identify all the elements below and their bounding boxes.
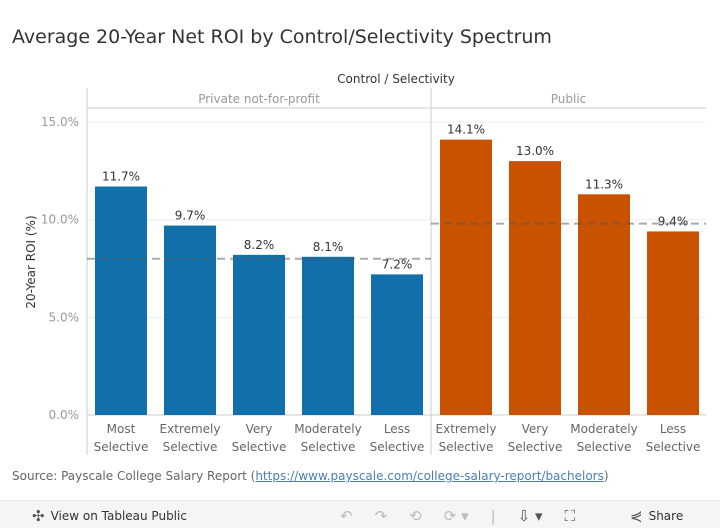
x-tick-label: Moderately bbox=[294, 422, 362, 436]
source-link[interactable]: https://www.payscale.com/college-salary-… bbox=[255, 469, 604, 483]
x-tick-label: Selective bbox=[94, 440, 149, 454]
data-label: 11.7% bbox=[102, 169, 140, 183]
data-label: 8.2% bbox=[244, 238, 275, 252]
y-tick-label: 10.0% bbox=[41, 213, 79, 227]
share-icon: ⋞ bbox=[630, 507, 643, 525]
bar bbox=[440, 139, 492, 415]
revert-icon[interactable]: ⟲ bbox=[409, 507, 422, 525]
x-tick-label: Less bbox=[384, 422, 410, 436]
y-axis-title: 20-Year ROI (%) bbox=[24, 215, 38, 308]
download-icon[interactable]: ⇩ ▾ bbox=[518, 507, 543, 525]
x-tick-label: Extremely bbox=[436, 422, 497, 436]
undo-icon[interactable]: ↶ bbox=[340, 507, 353, 525]
x-tick-label: Selective bbox=[232, 440, 287, 454]
source-note: Source: Payscale College Salary Report (… bbox=[12, 469, 609, 483]
refresh-icon[interactable]: ⟳ ▾ bbox=[444, 507, 469, 525]
y-tick-label: 5.0% bbox=[49, 310, 80, 324]
share-button[interactable]: ⋞ Share bbox=[630, 507, 683, 525]
x-tick-label: Selective bbox=[577, 440, 632, 454]
source-suffix: ) bbox=[603, 469, 609, 483]
tableau-toolbar: ✣ View on Tableau Public ↶ ↷ ⟲ ⟳ ▾ | ⇩ ▾ … bbox=[0, 500, 720, 528]
bar bbox=[164, 225, 216, 415]
bar bbox=[371, 274, 423, 415]
fullscreen-icon[interactable]: ⛶ bbox=[565, 507, 576, 525]
divider: | bbox=[490, 507, 496, 525]
x-tick-label: Very bbox=[246, 422, 273, 436]
data-label: 13.0% bbox=[516, 144, 554, 158]
x-tick-label: Selective bbox=[370, 440, 425, 454]
x-tick-label: Selective bbox=[646, 440, 701, 454]
data-label: 9.7% bbox=[175, 209, 206, 223]
x-tick-label: Moderately bbox=[570, 422, 638, 436]
view-on-tableau-button[interactable]: ✣ View on Tableau Public bbox=[32, 507, 187, 525]
x-tick-label: Very bbox=[522, 422, 549, 436]
panel-header: Private not-for-profit bbox=[198, 92, 320, 106]
panel-header: Public bbox=[551, 92, 587, 106]
data-label: 8.1% bbox=[313, 240, 344, 254]
view-label: View on Tableau Public bbox=[50, 509, 187, 523]
tableau-logo-icon: ✣ bbox=[32, 507, 45, 525]
data-label: 14.1% bbox=[447, 123, 485, 137]
bar bbox=[302, 256, 354, 415]
x-tick-label: Less bbox=[660, 422, 686, 436]
x-tick-label: Extremely bbox=[160, 422, 221, 436]
bar bbox=[578, 194, 630, 415]
x-tick-label: Most bbox=[107, 422, 136, 436]
column-header: Control / Selectivity bbox=[337, 72, 455, 86]
x-tick-label: Selective bbox=[508, 440, 563, 454]
bar bbox=[647, 231, 699, 415]
redo-icon[interactable]: ↷ bbox=[375, 507, 388, 525]
data-label: 11.3% bbox=[585, 177, 623, 191]
data-label: 9.4% bbox=[658, 214, 689, 228]
y-tick-label: 0.0% bbox=[49, 408, 80, 422]
bar bbox=[509, 161, 561, 415]
bar bbox=[95, 186, 147, 415]
bar-chart: Control / Selectivity 0.0% 5.0% 10.0% 15.0% 2… bbox=[24, 72, 706, 455]
y-tick-label: 15.0% bbox=[41, 115, 79, 129]
x-tick-label: Selective bbox=[439, 440, 494, 454]
bar bbox=[233, 254, 285, 415]
share-label: Share bbox=[648, 509, 684, 523]
x-tick-label: Selective bbox=[301, 440, 356, 454]
source-prefix: Source: Payscale College Salary Report ( bbox=[12, 469, 256, 483]
x-tick-label: Selective bbox=[163, 440, 218, 454]
